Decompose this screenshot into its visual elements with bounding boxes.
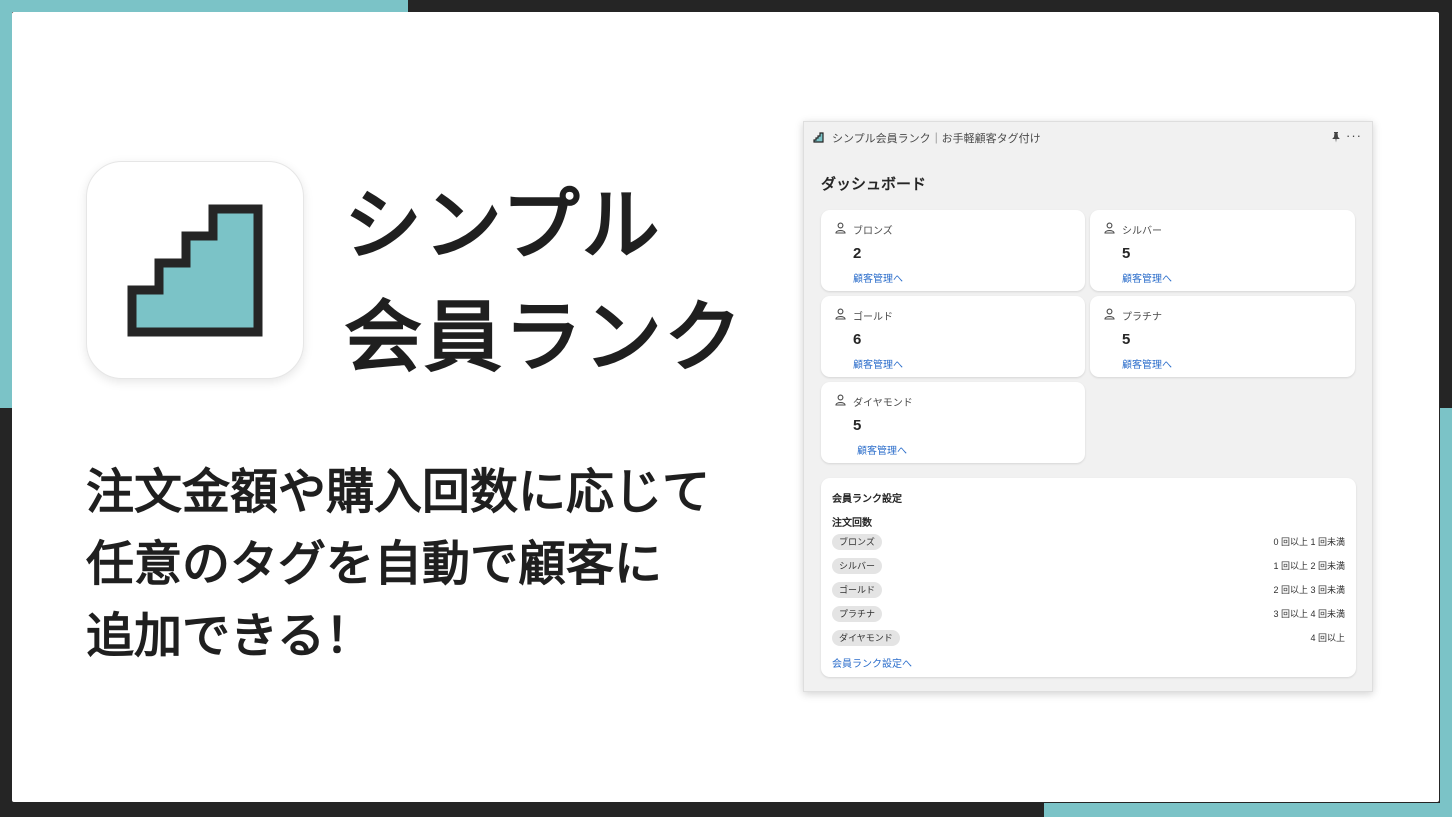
hero-desc-line-1: 注文金額や購入回数に応じて xyxy=(86,464,711,520)
hero-description: 注文金額や購入回数に応じて 任意のタグを自動で顧客に 追加できる！ xyxy=(86,456,710,672)
rank-card-silver: シルバー 5 顧客管理へ xyxy=(1090,210,1355,291)
member-count: 6 xyxy=(853,331,862,348)
threshold-range: 2 回以上 3 回未満 xyxy=(1273,585,1345,595)
dashboard-heading: ダッシュボード xyxy=(821,176,927,193)
order-count-label: 注文回数 xyxy=(832,518,872,529)
rank-threshold-row: ブロンズ 0 回以上 1 回未満 xyxy=(832,534,1345,550)
customer-management-link[interactable]: 顧客管理へ xyxy=(853,270,903,285)
user-icon xyxy=(835,222,846,234)
rank-card-platinum: プラチナ 5 顧客管理へ xyxy=(1090,296,1355,377)
staircase-icon xyxy=(127,204,263,337)
rank-badge: シルバー xyxy=(832,558,883,574)
rank-settings-title: 会員ランク設定 xyxy=(832,494,902,505)
user-icon xyxy=(835,308,846,320)
hero-title-line-1: シンプル xyxy=(344,181,662,271)
app-titlebar: シンプル会員ランク｜お手軽顧客タグ付け ··· xyxy=(804,122,1372,152)
rank-badge: プラチナ xyxy=(832,606,883,622)
rank-threshold-row: ダイヤモンド 4 回以上 xyxy=(832,630,1345,646)
hero-desc-line-2: 任意のタグを自動で顧客に xyxy=(86,536,663,592)
accent-bar-right xyxy=(1440,408,1452,817)
rank-card-bronze: ブロンズ 2 顧客管理へ xyxy=(821,210,1085,291)
rank-settings-link[interactable]: 会員ランク設定へ xyxy=(832,655,912,670)
rank-threshold-row: プラチナ 3 回以上 4 回未満 xyxy=(832,606,1345,622)
threshold-range: 3 回以上 4 回未満 xyxy=(1273,609,1345,619)
more-actions-icon[interactable]: ··· xyxy=(1346,128,1362,143)
member-count: 5 xyxy=(1122,245,1131,262)
rank-threshold-row: シルバー 1 回以上 2 回未満 xyxy=(832,558,1345,574)
customer-management-link[interactable]: 顧客管理へ xyxy=(1122,270,1172,285)
threshold-range: 1 回以上 2 回未満 xyxy=(1273,561,1345,571)
user-icon xyxy=(835,394,846,406)
member-count: 2 xyxy=(853,245,862,262)
member-count: 5 xyxy=(853,417,862,434)
member-count: 5 xyxy=(1122,331,1131,348)
hero-title: シンプル 会員ランク xyxy=(344,170,744,394)
rank-badge: ブロンズ xyxy=(832,534,882,550)
customer-management-link[interactable]: 顧客管理へ xyxy=(857,442,907,457)
rank-name: ブロンズ xyxy=(853,226,893,237)
threshold-range: 4 回以上 xyxy=(1310,633,1345,643)
hero-title-line-2: 会員ランク xyxy=(344,293,745,383)
app-icon xyxy=(86,161,304,379)
app-title: シンプル会員ランク｜お手軽顧客タグ付け xyxy=(832,133,1041,145)
rank-badge: ダイヤモンド xyxy=(832,630,900,646)
rank-name: ダイヤモンド xyxy=(853,398,913,409)
customer-management-link[interactable]: 顧客管理へ xyxy=(853,356,903,371)
app-staircase-icon xyxy=(813,132,824,143)
rank-threshold-row: ゴールド 2 回以上 3 回未満 xyxy=(832,582,1345,598)
rank-badge: ゴールド xyxy=(832,582,883,598)
user-icon xyxy=(1104,308,1115,320)
rank-name: プラチナ xyxy=(1122,312,1162,323)
accent-bar-left xyxy=(0,0,12,408)
customer-management-link[interactable]: 顧客管理へ xyxy=(1122,356,1172,371)
rank-name: ゴールド xyxy=(853,312,893,323)
hero-desc-line-3: 追加できる！ xyxy=(86,608,374,664)
pin-icon[interactable] xyxy=(1330,131,1342,143)
user-icon xyxy=(1104,222,1115,234)
accent-bar-bottom xyxy=(1044,803,1452,817)
rank-name: シルバー xyxy=(1122,226,1162,237)
accent-bar-top xyxy=(0,0,408,12)
admin-app-window: シンプル会員ランク｜お手軽顧客タグ付け ··· ダッシュボード ブロンズ 2 顧… xyxy=(803,121,1373,692)
threshold-range: 0 回以上 1 回未満 xyxy=(1273,537,1345,547)
rank-card-gold: ゴールド 6 顧客管理へ xyxy=(821,296,1085,377)
rank-settings-card: 会員ランク設定 注文回数 ブロンズ 0 回以上 1 回未満 シルバー 1 回以上… xyxy=(821,478,1356,677)
rank-card-diamond: ダイヤモンド 5 顧客管理へ xyxy=(821,382,1085,463)
